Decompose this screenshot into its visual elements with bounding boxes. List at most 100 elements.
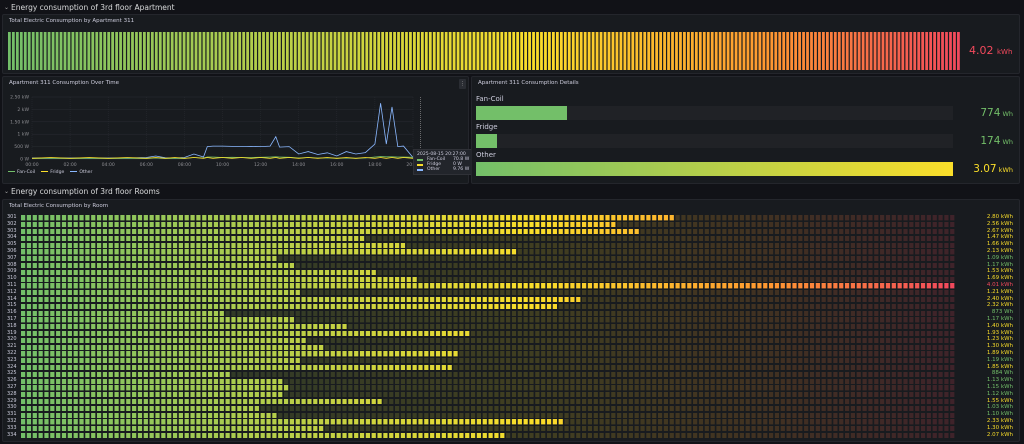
room-bar-segment xyxy=(552,330,557,337)
room-bar-segment xyxy=(248,317,254,323)
room-bar-segment xyxy=(675,249,680,255)
room-bar-segment xyxy=(377,310,382,316)
room-bar-segment xyxy=(751,296,756,303)
room-bar-segment xyxy=(260,351,265,357)
room-bar-segment xyxy=(728,242,733,248)
room-bar-segment xyxy=(891,385,896,391)
room-bar-segment xyxy=(61,337,67,344)
room-bar-segment xyxy=(260,344,265,350)
room-bar-segment xyxy=(500,262,505,269)
room-bar-segment xyxy=(646,330,651,337)
room-bar-segment xyxy=(476,371,482,378)
room-bar-segment xyxy=(231,303,236,310)
room-bar-segment xyxy=(693,269,698,276)
room-bar-segment xyxy=(874,371,879,378)
room-bar-segment xyxy=(494,290,499,296)
room-bar-segment xyxy=(96,351,102,357)
room-bar-segment xyxy=(710,262,715,269)
gauge-segment xyxy=(43,32,47,70)
room-bar-segment xyxy=(447,358,452,364)
room-bar-segment xyxy=(272,398,277,405)
room-bar-segment xyxy=(272,235,277,242)
room-bar-segment xyxy=(733,249,739,255)
room-bar-segment xyxy=(330,235,335,242)
room-bar-segment xyxy=(395,235,400,242)
room-bar xyxy=(21,215,955,221)
room-bar-segment xyxy=(283,324,289,330)
room-bar-segment xyxy=(79,405,84,412)
room-bar-segment xyxy=(552,317,557,323)
room-bar-segment xyxy=(289,324,295,330)
room-bar-segment xyxy=(161,290,166,296)
room-bar-segment xyxy=(266,242,271,248)
chevron-down-icon[interactable]: ⌄ xyxy=(4,188,9,195)
room-bar-segment xyxy=(757,371,762,378)
room-bar-segment xyxy=(21,269,26,276)
gauge-segment xyxy=(655,32,659,70)
room-bar-segment xyxy=(73,398,78,405)
room-bar-segment xyxy=(909,344,914,350)
room-bar-segment xyxy=(570,296,575,303)
room-bar-segment xyxy=(202,405,207,412)
room-bar xyxy=(21,256,955,262)
room-bar-segment xyxy=(833,235,838,242)
room-bar-segment xyxy=(354,290,359,296)
room-bar-segment xyxy=(716,269,721,276)
room-bar-segment xyxy=(190,276,195,282)
room-bar-segment xyxy=(26,215,32,221)
room-bar-segment xyxy=(161,283,166,289)
room-bar-segment xyxy=(237,262,242,269)
room-bar-segment xyxy=(523,303,528,310)
room-bar-segment xyxy=(517,358,522,364)
room-bar-segment xyxy=(266,344,271,350)
room-bar-segment xyxy=(424,242,429,248)
room-bar-segment xyxy=(482,276,487,282)
room-bar-segment xyxy=(120,330,125,337)
row-apartment-header[interactable]: ⌄ Energy consumption of 3rd floor Apartm… xyxy=(0,0,175,14)
room-bar-segment xyxy=(383,235,388,242)
chevron-down-icon[interactable]: ⌄ xyxy=(4,4,9,11)
room-bar-segment xyxy=(529,392,534,398)
room-bar-segment xyxy=(476,256,482,262)
room-bar-segment xyxy=(225,242,230,248)
room-bar-segment xyxy=(126,364,131,371)
room-bar-segment xyxy=(716,351,721,357)
room-bar-segment xyxy=(587,364,593,371)
room-bar-segment xyxy=(342,398,347,405)
room-bar-segment xyxy=(406,215,411,221)
room-bar-segment xyxy=(21,290,26,296)
room-bar xyxy=(21,405,955,412)
room-bar-segment xyxy=(365,276,370,282)
room-bar-segment xyxy=(365,235,370,242)
room-bar-segment xyxy=(506,296,511,303)
room-bar-segment xyxy=(529,249,534,255)
room-bar-segment xyxy=(389,317,394,323)
room-bar-segment xyxy=(786,351,791,357)
legend-item[interactable]: Other xyxy=(70,170,92,175)
room-bar-segment xyxy=(856,330,861,337)
room-bar-segment xyxy=(815,392,820,398)
room-bar-segment xyxy=(371,283,376,289)
room-bar-segment xyxy=(225,385,230,391)
room-bar-segment xyxy=(208,398,213,405)
room-bar-segment xyxy=(85,290,90,296)
room-bar-segment xyxy=(716,310,721,316)
room-bar-segment xyxy=(96,378,102,384)
room-bar-segment xyxy=(389,249,394,255)
room-bar-segment xyxy=(254,242,259,248)
legend-item[interactable]: Fridge xyxy=(41,170,64,175)
gauge-segment xyxy=(837,32,841,70)
room-bar-segment xyxy=(880,344,885,350)
legend-item[interactable]: Fan-Coil xyxy=(8,170,35,175)
room-bar-segment xyxy=(728,310,733,316)
room-bar-segment xyxy=(424,351,429,357)
room-bar-segment xyxy=(780,358,785,364)
room-bar-segment xyxy=(126,262,131,269)
room-bar-segment xyxy=(79,317,84,323)
room-bar-segment xyxy=(605,215,610,221)
room-bar-segment xyxy=(50,398,55,405)
row-rooms-header[interactable]: ⌄ Energy consumption of 3rd floor Rooms xyxy=(0,184,160,198)
gauge-segment xyxy=(333,32,337,70)
room-bar-segment xyxy=(593,317,598,323)
room-bar-segment xyxy=(406,290,411,296)
